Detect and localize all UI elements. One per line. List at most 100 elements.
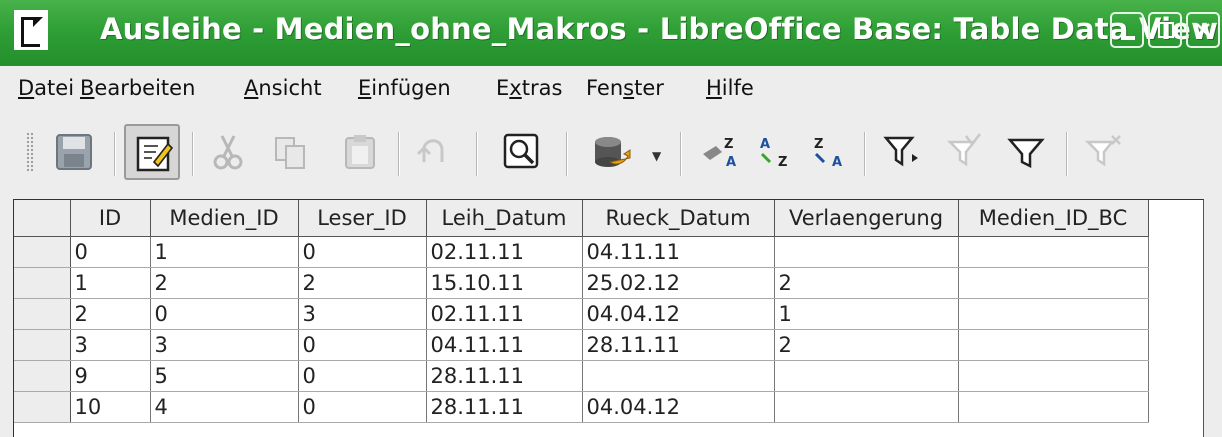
table-row[interactable]: 9 5 0 28.11.11	[14, 360, 1203, 392]
table-cell[interactable]: 2	[150, 267, 299, 299]
column-header[interactable]: Medien_ID	[150, 200, 299, 237]
table-row[interactable]: 1 2 2 15.10.11 25.02.12 2	[14, 267, 1203, 299]
menu-bearbeiten[interactable]: Bearbeiten	[80, 76, 195, 100]
table-cell[interactable]: 1	[70, 267, 151, 299]
table-cell[interactable]	[958, 298, 1149, 330]
row-header-corner[interactable]	[14, 200, 71, 237]
toolbar-separator	[192, 132, 194, 176]
table-cell[interactable]: 2	[774, 267, 959, 299]
table-cell[interactable]	[774, 360, 959, 392]
standard-filter-icon[interactable]	[936, 124, 992, 180]
undo-icon[interactable]	[406, 124, 462, 180]
table-row[interactable]: 2 0 3 02.11.11 04.04.12 1	[14, 298, 1203, 330]
table-cell[interactable]: 0	[298, 329, 427, 361]
menu-fenster[interactable]: Fenster	[586, 76, 664, 100]
column-header[interactable]: Leih_Datum	[426, 200, 583, 237]
table-cell[interactable]	[774, 236, 959, 268]
table-cell[interactable]: 0	[150, 298, 299, 330]
row-header[interactable]	[14, 329, 71, 361]
table-cell[interactable]	[774, 391, 959, 423]
table-cell[interactable]: 02.11.11	[426, 298, 583, 330]
row-header[interactable]	[14, 360, 71, 392]
table-cell[interactable]: 2	[70, 298, 151, 330]
sort-descending-icon[interactable]: ZA	[800, 124, 856, 180]
menu-bar: Datei Bearbeiten Ansicht Einfügen Extras…	[0, 66, 1222, 112]
table-cell[interactable]: 04.04.12	[582, 298, 775, 330]
row-header[interactable]	[14, 391, 71, 423]
apply-filter-icon[interactable]	[998, 124, 1054, 180]
remove-filter-icon[interactable]	[1076, 124, 1132, 180]
toolbar-grip[interactable]	[26, 132, 34, 172]
table-cell[interactable]: 04.11.11	[582, 236, 775, 268]
libreoffice-app-icon[interactable]	[14, 10, 48, 50]
table-cell[interactable]: 28.11.11	[426, 391, 583, 423]
grid-empty-area	[1148, 298, 1203, 330]
table-cell[interactable]	[958, 360, 1149, 392]
table-cell[interactable]	[958, 267, 1149, 299]
menu-einfuegen[interactable]: Einfügen	[358, 76, 451, 100]
table-cell[interactable]: 3	[70, 329, 151, 361]
table-cell[interactable]: 25.02.12	[582, 267, 775, 299]
table-cell[interactable]: 0	[298, 236, 427, 268]
copy-icon[interactable]	[262, 124, 318, 180]
table-cell[interactable]	[582, 360, 775, 392]
minimize-button[interactable]	[1110, 12, 1144, 48]
row-header[interactable]	[14, 267, 71, 299]
table-cell[interactable]: 0	[298, 391, 427, 423]
sort-ascending-icon[interactable]: AZ	[746, 124, 802, 180]
table-row[interactable]: 3 3 0 04.11.11 28.11.11 2	[14, 329, 1203, 361]
table-cell[interactable]: 02.11.11	[426, 236, 583, 268]
table-row[interactable]: 0 1 0 02.11.11 04.11.11	[14, 236, 1203, 268]
table-cell[interactable]: 2	[774, 329, 959, 361]
table-cell[interactable]: 2	[298, 267, 427, 299]
data-source-icon[interactable]	[584, 124, 640, 180]
sort-icon[interactable]: ZA	[692, 124, 748, 180]
row-header[interactable]	[14, 236, 71, 268]
table-data-grid[interactable]: ID Medien_ID Leser_ID Leih_Datum Rueck_Datum…	[13, 199, 1204, 437]
column-header[interactable]: Medien_ID_BC	[958, 200, 1149, 237]
find-icon[interactable]	[494, 124, 550, 180]
table-cell[interactable]: 5	[150, 360, 299, 392]
menu-hilfe[interactable]: Hilfe	[706, 76, 754, 100]
autofilter-icon[interactable]	[874, 124, 930, 180]
edit-data-icon[interactable]	[124, 124, 180, 180]
save-icon[interactable]	[46, 124, 102, 180]
table-cell[interactable]: 0	[70, 236, 151, 268]
table-cell[interactable]: 04.04.12	[582, 391, 775, 423]
table-cell[interactable]	[958, 329, 1149, 361]
table-cell[interactable]: 10	[70, 391, 151, 423]
column-header[interactable]: Leser_ID	[298, 200, 427, 237]
column-header[interactable]: Rueck_Datum	[582, 200, 775, 237]
table-cell[interactable]: 0	[298, 360, 427, 392]
table-cell[interactable]: 1	[150, 236, 299, 268]
column-header[interactable]: ID	[70, 200, 151, 237]
table-cell[interactable]: 3	[298, 298, 427, 330]
table-row[interactable]: 10 4 0 28.11.11 04.04.12	[14, 391, 1203, 423]
cut-icon[interactable]	[200, 124, 256, 180]
maximize-button[interactable]	[1148, 12, 1182, 48]
table-cell[interactable]: 1	[774, 298, 959, 330]
menu-datei[interactable]: Datei	[18, 76, 74, 100]
column-header[interactable]: Verlaengerung	[774, 200, 959, 237]
table-cell[interactable]	[958, 391, 1149, 423]
close-button[interactable]	[1186, 12, 1220, 48]
dropdown-arrow-icon[interactable]: ▼	[652, 149, 661, 163]
toolbar-separator	[114, 132, 116, 176]
grid-empty-area	[1148, 236, 1203, 268]
table-cell[interactable]: 04.11.11	[426, 329, 583, 361]
table-cell[interactable]: 3	[150, 329, 299, 361]
table-cell[interactable]: 15.10.11	[426, 267, 583, 299]
table-cell[interactable]: 28.11.11	[426, 360, 583, 392]
menu-extras[interactable]: Extras	[496, 76, 562, 100]
row-header[interactable]	[14, 298, 71, 330]
table-cell[interactable]	[958, 236, 1149, 268]
paste-icon[interactable]	[332, 124, 388, 180]
svg-text:Z: Z	[814, 137, 823, 152]
table-cell[interactable]: 9	[70, 360, 151, 392]
grid-empty-area	[1148, 391, 1203, 423]
svg-text:A: A	[726, 155, 736, 170]
grid-empty-area	[1148, 267, 1203, 299]
table-cell[interactable]: 4	[150, 391, 299, 423]
table-cell[interactable]: 28.11.11	[582, 329, 775, 361]
menu-ansicht[interactable]: Ansicht	[244, 76, 322, 100]
